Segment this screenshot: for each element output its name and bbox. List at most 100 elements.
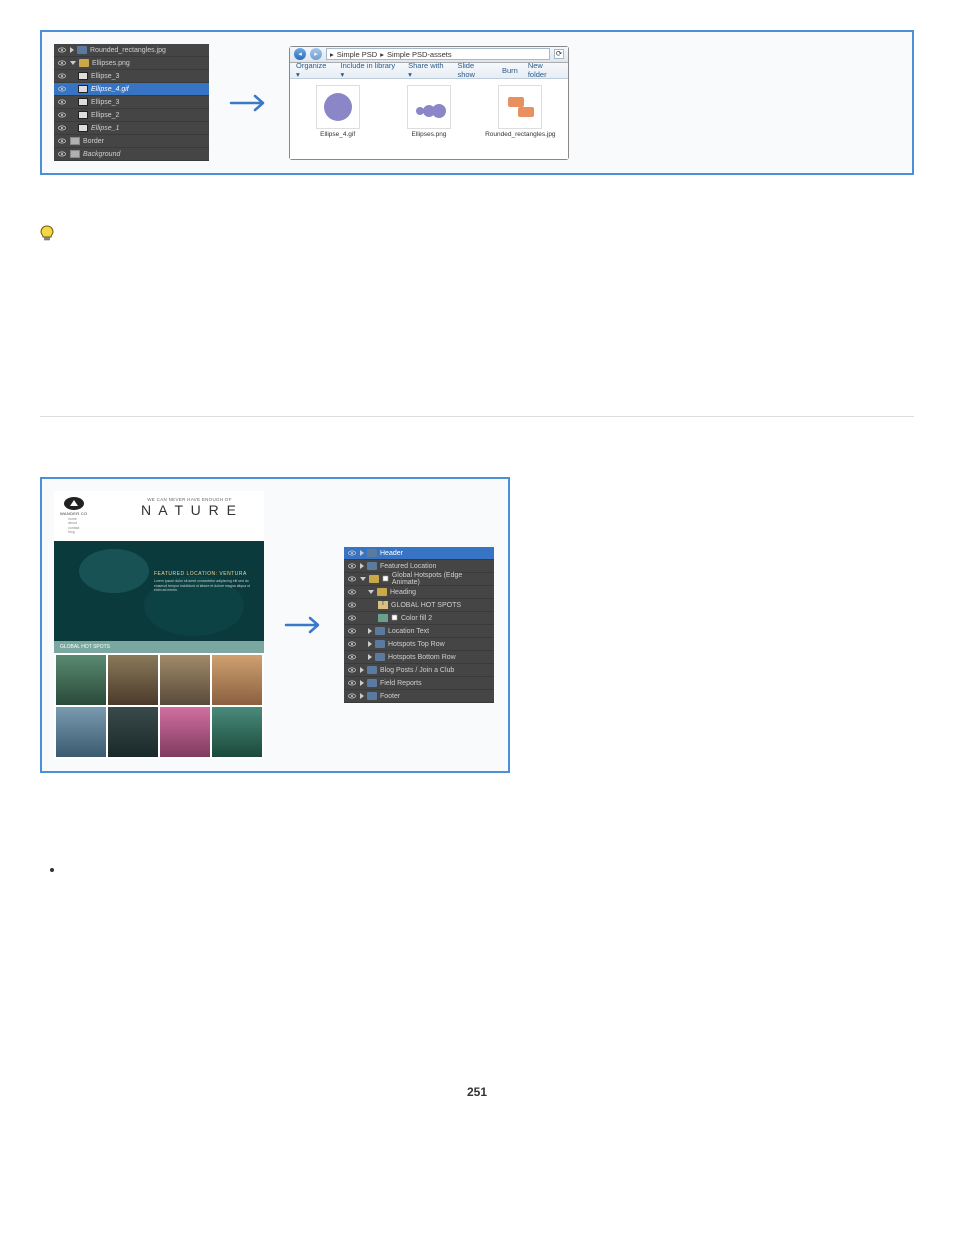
visibility-toggle-icon[interactable] (57, 97, 67, 107)
visibility-toggle-icon[interactable] (347, 600, 357, 610)
layer-row[interactable]: Ellipses.png (54, 57, 209, 70)
layer-row[interactable]: Header (344, 547, 494, 560)
layer-row[interactable]: Ellipse_1 (54, 122, 209, 135)
clip-mask-icon (382, 575, 389, 584)
folder-icon (367, 666, 377, 674)
disclosure-triangle-icon[interactable] (368, 654, 372, 660)
file-name: Ellipses.png (411, 131, 446, 138)
photo-cell (212, 655, 262, 705)
layer-row[interactable]: Rounded_rectangles.jpg (54, 44, 209, 57)
layer-name: Rounded_rectangles.jpg (90, 47, 166, 54)
visibility-toggle-icon[interactable] (57, 149, 67, 159)
disclosure-triangle-icon[interactable] (368, 628, 372, 634)
layer-row[interactable]: Blog Posts / Join a Club (344, 664, 494, 677)
disclosure-triangle-icon[interactable] (360, 693, 364, 699)
layer-name: Footer (380, 693, 400, 700)
disclosure-triangle-icon[interactable] (360, 667, 364, 673)
photo-cell (56, 655, 106, 705)
layer-row[interactable]: Hotspots Top Row (344, 638, 494, 651)
layer-row[interactable]: Color fill 2 (344, 612, 494, 625)
layer-row[interactable]: Background (54, 148, 209, 161)
new-folder-button[interactable]: New folder (528, 61, 562, 79)
nav-back-button[interactable]: ◂ (294, 48, 306, 60)
layer-row[interactable]: Ellipse_4.gif (54, 83, 209, 96)
file-item[interactable]: Ellipse_4.gif (310, 85, 366, 138)
file-item[interactable]: Ellipses.png (401, 85, 457, 138)
layer-name: Ellipse_3 (91, 99, 119, 106)
folder-icon (367, 692, 377, 700)
layer-thumbnail-icon (78, 124, 88, 132)
visibility-toggle-icon[interactable] (347, 678, 357, 688)
organize-menu[interactable]: Organize ▾ (296, 61, 331, 79)
layer-thumbnail-icon (70, 137, 80, 145)
visibility-toggle-icon[interactable] (347, 587, 357, 597)
disclosure-triangle-icon[interactable] (360, 563, 364, 569)
section-bar: GLOBAL HOT SPOTS (54, 641, 264, 653)
disclosure-triangle-icon[interactable] (360, 680, 364, 686)
layer-name: Field Reports (380, 680, 422, 687)
layer-row[interactable]: Field Reports (344, 677, 494, 690)
visibility-toggle-icon[interactable] (347, 691, 357, 701)
breadcrumb-2[interactable]: Simple PSD-assets (387, 50, 452, 59)
visibility-toggle-icon[interactable] (347, 665, 357, 675)
figure-edge-animate-asset: WANDER.CO homeaboutcontactblog WE CAN NE… (40, 477, 510, 773)
mockup-header: WANDER.CO homeaboutcontactblog WE CAN NE… (54, 491, 264, 541)
visibility-toggle-icon[interactable] (57, 123, 67, 133)
page-number: 251 (40, 1085, 914, 1099)
burn-button[interactable]: Burn (502, 66, 518, 75)
layer-name: GLOBAL HOT SPOTS (391, 602, 461, 609)
breadcrumb-1[interactable]: Simple PSD (337, 50, 377, 59)
share-with-menu[interactable]: Share with ▾ (408, 61, 447, 79)
hero-title: N A T U R E (141, 502, 238, 518)
folder-icon (367, 549, 377, 557)
layer-row[interactable]: Global Hotspots (Edge Animate) (344, 573, 494, 586)
visibility-toggle-icon[interactable] (57, 136, 67, 146)
visibility-toggle-icon[interactable] (347, 561, 357, 571)
disclosure-triangle-icon[interactable] (360, 550, 364, 556)
visibility-toggle-icon[interactable] (347, 652, 357, 662)
refresh-button[interactable]: ⟳ (554, 49, 564, 59)
include-library-menu[interactable]: Include in library ▾ (341, 61, 399, 79)
disclosure-triangle-icon[interactable] (70, 47, 74, 53)
disclosure-triangle-icon[interactable] (368, 590, 374, 594)
visibility-toggle-icon[interactable] (347, 613, 357, 623)
file-thumbnail (316, 85, 360, 129)
file-item[interactable]: Rounded_rectangles.jpg (492, 85, 548, 138)
layer-row[interactable]: Hotspots Bottom Row (344, 651, 494, 664)
nav-forward-button[interactable]: ▸ (310, 48, 322, 60)
layer-thumbnail-icon (78, 72, 88, 80)
address-bar[interactable]: ▸ Simple PSD ▸ Simple PSD-assets (326, 48, 550, 60)
visibility-toggle-icon[interactable] (57, 45, 67, 55)
web-mockup: WANDER.CO homeaboutcontactblog WE CAN NE… (54, 491, 264, 759)
visibility-toggle-icon[interactable] (57, 84, 67, 94)
visibility-toggle-icon[interactable] (57, 110, 67, 120)
folder-icon (377, 588, 387, 596)
visibility-toggle-icon[interactable] (347, 574, 357, 584)
disclosure-triangle-icon[interactable] (360, 577, 366, 581)
layer-row[interactable]: Border (54, 135, 209, 148)
layer-name: Ellipse_3 (91, 73, 119, 80)
folder-icon (369, 575, 379, 583)
visibility-toggle-icon[interactable] (347, 639, 357, 649)
layer-name: Location Text (388, 628, 429, 635)
figure-asset-export: Rounded_rectangles.jpg Ellipses.png Ellips… (40, 30, 914, 175)
folder-icon (77, 46, 87, 54)
folder-icon (367, 679, 377, 687)
visibility-toggle-icon[interactable] (347, 626, 357, 636)
layer-row[interactable]: TGLOBAL HOT SPOTS (344, 599, 494, 612)
disclosure-triangle-icon[interactable] (368, 641, 372, 647)
section-divider (40, 416, 914, 417)
layer-row[interactable]: Ellipse_3 (54, 96, 209, 109)
layer-row[interactable]: Location Text (344, 625, 494, 638)
tip-callout (40, 225, 914, 246)
layer-row[interactable]: Ellipse_2 (54, 109, 209, 122)
layer-row[interactable]: Ellipse_3 (54, 70, 209, 83)
mockup-hero: FEATURED LOCATION: VENTURA Lorem ipsum d… (54, 541, 264, 641)
visibility-toggle-icon[interactable] (57, 71, 67, 81)
layer-row[interactable]: Heading (344, 586, 494, 599)
layer-row[interactable]: Footer (344, 690, 494, 703)
visibility-toggle-icon[interactable] (347, 548, 357, 558)
slideshow-button[interactable]: Slide show (457, 61, 492, 79)
disclosure-triangle-icon[interactable] (70, 61, 76, 65)
visibility-toggle-icon[interactable] (57, 58, 67, 68)
